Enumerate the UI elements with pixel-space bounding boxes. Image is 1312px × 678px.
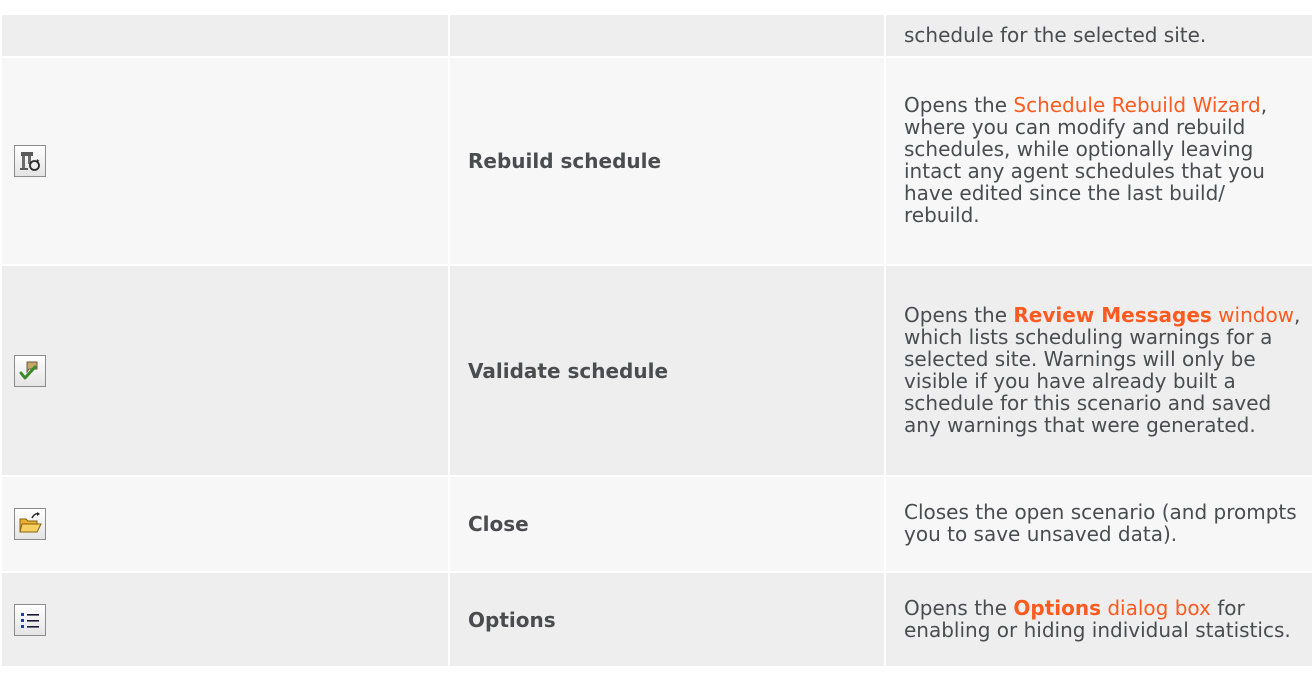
command-description: Closes the open scenario (and prompts yo… [884, 475, 1312, 573]
table-row: Validate schedule Opens the Review Messa… [0, 264, 1312, 477]
command-description: Opens the Schedule Rebuild Wizard, where… [884, 56, 1312, 266]
command-description: Opens the Review Messages window, which … [884, 264, 1312, 477]
command-name [448, 13, 886, 58]
command-name: Options [448, 571, 886, 668]
toolbar-commands-table: schedule for the selected site. Rebuild … [0, 13, 1312, 668]
table-row: Close Closes the open scenario (and prom… [0, 475, 1312, 573]
command-name: Rebuild schedule [448, 56, 886, 266]
review-messages-window-link[interactable]: Review Messages window [1013, 303, 1294, 327]
link-bold-text: Review Messages [1013, 302, 1212, 327]
link-text: window [1211, 302, 1295, 327]
link-text: dialog box [1101, 595, 1211, 620]
validate-schedule-icon[interactable] [14, 354, 46, 387]
options-dialog-link[interactable]: Options dialog box [1013, 596, 1211, 620]
schedule-rebuild-wizard-link[interactable]: Schedule Rebuild Wizard [1013, 93, 1260, 117]
command-name: Close [448, 475, 886, 573]
table-row: Options Opens the Options dialog box for… [0, 571, 1312, 668]
desc-text: Opens the [904, 595, 1014, 620]
desc-text: Opens the [904, 302, 1014, 327]
link-bold-text: Options [1013, 595, 1101, 620]
close-folder-icon[interactable] [14, 508, 46, 540]
icon-cell [0, 56, 450, 266]
icon-cell [0, 571, 450, 668]
command-name: Validate schedule [448, 264, 886, 477]
options-list-icon[interactable] [14, 603, 46, 636]
table-row: schedule for the selected site. [0, 13, 1312, 58]
icon-cell [0, 475, 450, 573]
table-row: Rebuild schedule Opens the Schedule Rebu… [0, 56, 1312, 266]
icon-cell [0, 264, 450, 477]
command-description: Opens the Options dialog box for enablin… [884, 571, 1312, 668]
command-description: schedule for the selected site. [884, 13, 1312, 58]
desc-text: Opens the [904, 93, 1014, 117]
rebuild-schedule-icon[interactable] [14, 145, 46, 177]
icon-cell [0, 13, 450, 58]
